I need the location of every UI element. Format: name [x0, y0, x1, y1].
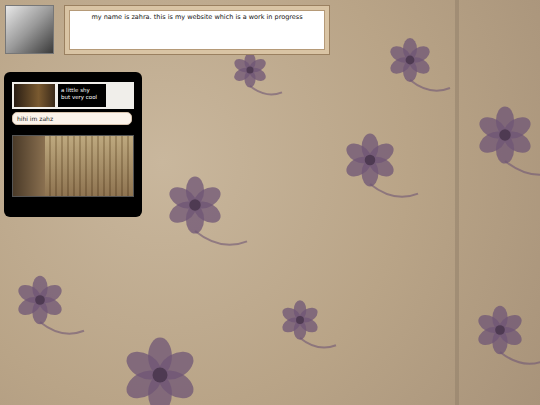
flower — [475, 306, 540, 364]
flower — [280, 300, 336, 347]
tagline: hihi im zahz — [12, 112, 132, 125]
header-box: my name is zahra. this is my website whi… — [64, 5, 330, 55]
flower — [232, 52, 282, 94]
flower — [166, 176, 247, 244]
avatar-photo — [5, 5, 54, 54]
flower — [15, 276, 84, 334]
flower — [476, 106, 540, 174]
page: my name is zahra. this is my website whi… — [0, 0, 540, 405]
flower — [122, 338, 228, 405]
profile-thumbnail — [14, 84, 55, 107]
profile-photo — [12, 135, 134, 197]
flower — [343, 134, 418, 197]
profile-row: a little shybut very cool — [12, 82, 134, 109]
profile-panel: a little shybut very cool hihi im zahz — [4, 72, 142, 217]
profile-caption: a little shybut very cool — [58, 84, 106, 107]
header-text: my name is zahra. this is my website whi… — [74, 14, 320, 22]
flower — [387, 38, 450, 91]
